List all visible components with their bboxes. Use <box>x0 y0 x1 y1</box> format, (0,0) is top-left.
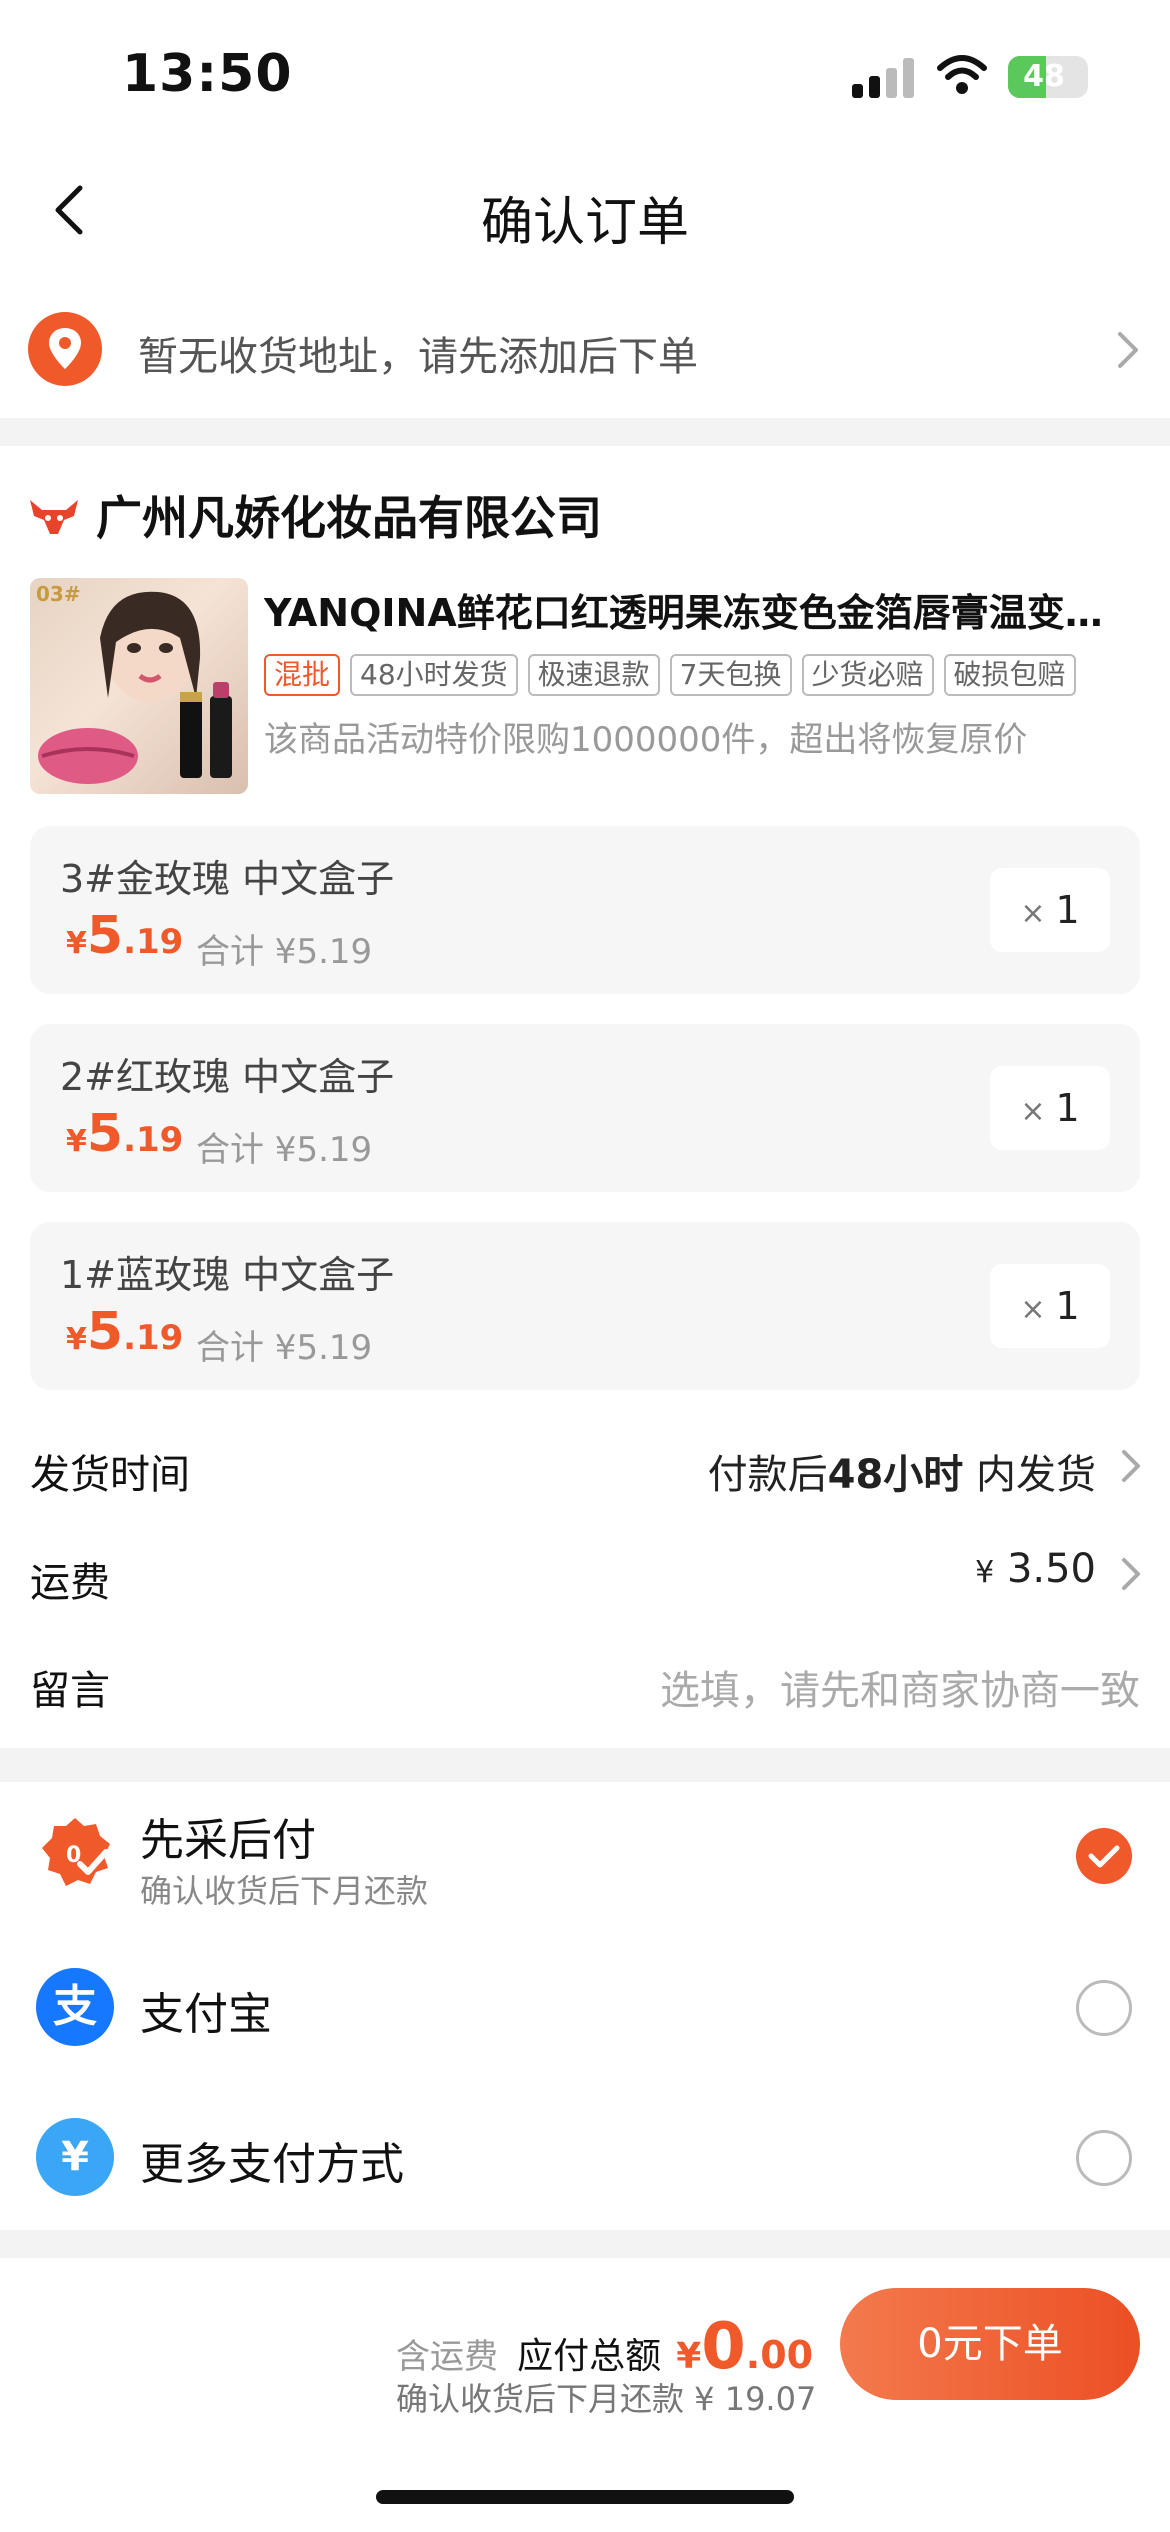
cellular-signal-icon <box>852 58 916 98</box>
sku-subtotal: 合计 ¥5.19 <box>196 1130 373 1170</box>
battery-icon: 48 <box>1008 56 1088 98</box>
page-title: 确认订单 <box>480 193 689 253</box>
sku-name: 2#红玫瑰 中文盒子 <box>60 1055 395 1099</box>
bull-logo-icon <box>30 500 78 534</box>
more-pay-title: 更多支付方式 <box>140 2139 404 2190</box>
sku-subtotal: 合计 ¥5.19 <box>196 932 373 972</box>
place-order-button[interactable]: 0元下单 <box>840 2288 1140 2400</box>
total-summary: 含运费 应付总额 ¥0.00 <box>396 2310 813 2384</box>
more-pay-radio[interactable] <box>1076 2130 1132 2186</box>
tag-mixed-batch: 混批 <box>264 654 341 696</box>
pay-later-subtitle: 确认收货后下月还款 <box>140 1872 429 1910</box>
sku-price: ¥5.19 <box>66 1302 184 1362</box>
nav-bar: 确认订单 <box>0 140 1170 280</box>
alipay-title: 支付宝 <box>140 1989 272 2040</box>
sku-price: ¥5.19 <box>66 1104 184 1164</box>
sku-name: 3#金玫瑰 中文盒子 <box>60 857 395 901</box>
checkmark-icon <box>1088 1845 1120 1868</box>
tag-fast-refund: 极速退款 <box>527 654 660 696</box>
total-decimals: .00 <box>745 2333 814 2377</box>
sku-row: 1#蓝玫瑰 中文盒子 ¥5.19 合计 ¥5.19 × 1 <box>30 1222 1140 1390</box>
tag-48h-ship: 48小时发货 <box>350 654 518 696</box>
pay-later-radio[interactable] <box>1076 1828 1132 1884</box>
total-currency: ¥ <box>676 2336 702 2377</box>
tag-damage-compensate: 破损包赔 <box>943 654 1076 696</box>
status-bar: 13:50 48 <box>0 0 1170 140</box>
promo-note: 该商品活动特价限购1000000件，超出将恢复原价 <box>264 720 1028 760</box>
wifi-icon <box>937 55 987 94</box>
total-label: 应付总额 <box>517 2336 662 2377</box>
sku-row: 3#金玫瑰 中文盒子 ¥5.19 合计 ¥5.19 × 1 <box>30 826 1140 994</box>
payment-option-pay-later[interactable]: 0 先采后付 确认收货后下月还款 <box>0 1782 1170 1932</box>
sku-name: 1#蓝玫瑰 中文盒子 <box>60 1253 395 1297</box>
yen-circle-icon: ¥ <box>36 2118 114 2196</box>
home-indicator <box>376 2490 794 2504</box>
status-time: 13:50 <box>122 44 293 104</box>
shipping-time-label: 发货时间 <box>30 1452 190 1498</box>
payment-option-more[interactable]: ¥ 更多支付方式 <box>0 2082 1170 2232</box>
location-pin-icon <box>28 312 102 386</box>
shipping-time-value: 付款后48小时 内发货 <box>707 1452 1096 1498</box>
pay-later-note: 确认收货后下月还款 ¥ 19.07 <box>396 2380 817 2418</box>
tag-7day-exchange: 7天包换 <box>669 654 792 696</box>
sku-subtotal: 合计 ¥5.19 <box>196 1328 373 1368</box>
message-input[interactable]: 选填，请先和商家协商一致 <box>660 1658 1140 1716</box>
alipay-icon: 支 <box>36 1968 114 2046</box>
tag-missing-compensate: 少货必赔 <box>801 654 934 696</box>
fee-included-label: 含运费 <box>396 2337 498 2377</box>
shipping-fee-row[interactable]: 运费 ¥ 3.50 <box>0 1524 1170 1624</box>
pay-later-title: 先采后付 <box>140 1815 316 1866</box>
battery-level: 48 <box>1023 59 1065 94</box>
product-image[interactable]: 03# <box>30 578 248 794</box>
product-title[interactable]: YANQINA鲜花口红透明果冻变色金箔唇膏温变… <box>264 582 1144 637</box>
payment-option-alipay[interactable]: 支 支付宝 <box>0 1932 1170 2082</box>
product-tags: 混批 48小时发货 极速退款 7天包换 少货必赔 破损包赔 <box>264 654 1076 698</box>
quantity-stepper[interactable]: × 1 <box>990 1066 1110 1150</box>
quantity-stepper[interactable]: × 1 <box>990 868 1110 952</box>
shipping-fee-value: ¥ 3.50 <box>975 1546 1096 1592</box>
shipping-time-row[interactable]: 发货时间 付款后48小时 内发货 <box>0 1416 1170 1516</box>
message-row[interactable]: 留言 选填，请先和商家协商一致 <box>0 1632 1170 1732</box>
address-placeholder: 暂无收货地址，请先添加后下单 <box>138 334 698 380</box>
chevron-right-icon <box>1122 1450 1140 1482</box>
shop-name[interactable]: 广州凡娇化妆品有限公司 <box>96 482 602 548</box>
sku-row: 2#红玫瑰 中文盒子 ¥5.19 合计 ¥5.19 × 1 <box>30 1024 1140 1192</box>
chevron-right-icon <box>1118 332 1138 368</box>
chevron-right-icon <box>1122 1558 1140 1590</box>
alipay-radio[interactable] <box>1076 1980 1132 2036</box>
product-image-label: 03# <box>36 582 81 606</box>
sku-price: ¥5.19 <box>66 906 184 966</box>
address-row[interactable]: 暂无收货地址，请先添加后下单 <box>0 280 1170 418</box>
shop-card: 广州凡娇化妆品有限公司 03# YANQINA鲜花口红透明果冻变色金箔唇膏温变…… <box>0 446 1170 1748</box>
buy-now-pay-later-icon: 0 <box>36 1814 114 1892</box>
shipping-fee-label: 运费 <box>30 1560 110 1606</box>
total-amount: 0 <box>701 2310 746 2384</box>
message-label: 留言 <box>30 1668 110 1714</box>
payment-methods: 0 先采后付 确认收货后下月还款 支 支付宝 ¥ 更多支付方式 <box>0 1782 1170 2230</box>
quantity-stepper[interactable]: × 1 <box>990 1264 1110 1348</box>
